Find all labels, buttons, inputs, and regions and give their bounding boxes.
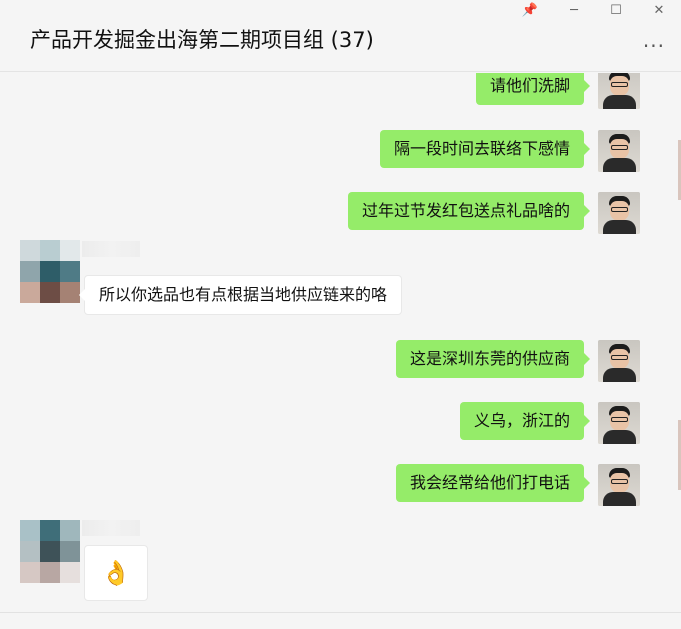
message-bubble-received[interactable]: 所以你选品也有点根据当地供应链来的咯 bbox=[78, 275, 403, 315]
sender-name-redacted bbox=[82, 241, 140, 257]
minimize-icon[interactable]: ─ bbox=[560, 2, 588, 20]
my-avatar[interactable] bbox=[598, 192, 640, 234]
my-avatar[interactable] bbox=[598, 340, 640, 382]
sender-avatar[interactable] bbox=[20, 520, 82, 584]
ok-hand-emoji-message[interactable]: 👌 bbox=[84, 545, 148, 601]
maximize-icon[interactable]: ☐ bbox=[602, 2, 630, 20]
message-bubble-sent[interactable]: 过年过节发红包送点礼品啥的 bbox=[347, 192, 591, 230]
message-bubble-sent[interactable]: 请他们洗脚 bbox=[475, 73, 591, 105]
message-bubble-sent[interactable]: 义乌，浙江的 bbox=[459, 402, 591, 440]
message-list: 请他们洗脚 隔一段时间去联络下感情 过年过节发红包送点礼品啥的 所以你选品也有点… bbox=[0, 73, 681, 613]
my-avatar[interactable] bbox=[598, 402, 640, 444]
my-avatar[interactable] bbox=[598, 464, 640, 506]
my-avatar[interactable] bbox=[598, 73, 640, 109]
message-bubble-sent[interactable]: 隔一段时间去联络下感情 bbox=[379, 130, 591, 168]
sender-avatar[interactable] bbox=[20, 240, 82, 304]
message-bubble-sent[interactable]: 这是深圳东莞的供应商 bbox=[395, 340, 591, 378]
input-divider bbox=[0, 612, 681, 613]
sender-name-redacted bbox=[82, 520, 140, 536]
message-bubble-sent[interactable]: 我会经常给他们打电话 bbox=[395, 464, 591, 502]
title-bar: 产品开发掘金出海第二期项目组 (37) 📌 ─ ☐ ✕ ··· bbox=[0, 0, 681, 72]
close-icon[interactable]: ✕ bbox=[645, 2, 673, 20]
my-avatar[interactable] bbox=[598, 130, 640, 172]
chat-title: 产品开发掘金出海第二期项目组 (37) bbox=[30, 28, 374, 52]
more-options-icon[interactable]: ··· bbox=[643, 34, 665, 58]
pin-icon[interactable]: 📌 bbox=[516, 2, 544, 20]
